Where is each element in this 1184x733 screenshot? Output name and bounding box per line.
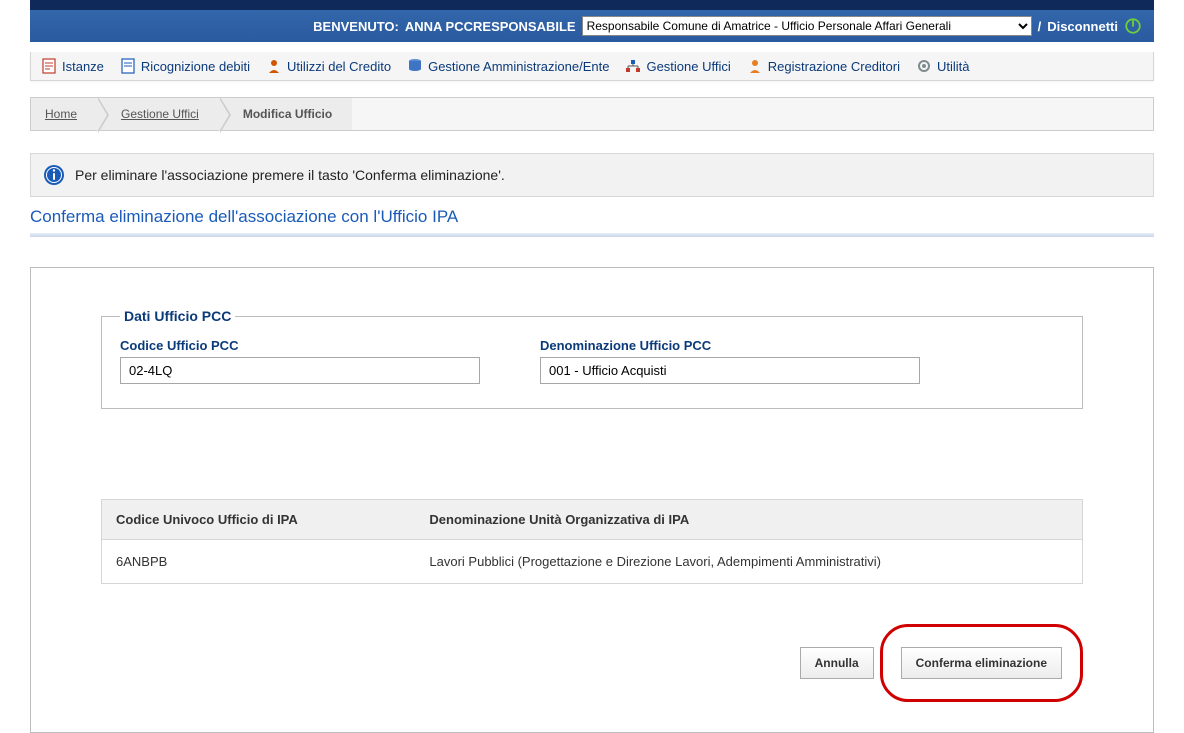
table-row: 6ANBPB Lavori Pubblici (Progettazione e … [102, 540, 1083, 584]
col-codice-ipa: Codice Univoco Ufficio di IPA [102, 500, 416, 540]
nav-label: Gestione Uffici [646, 59, 730, 74]
welcome-username: ANNA PCCRESPONSABILE [405, 19, 576, 34]
fieldset-legend: Dati Ufficio PCC [120, 308, 235, 324]
role-select[interactable]: Responsabile Comune di Amatrice - Uffici… [582, 16, 1032, 36]
crumb-gestione-uffici[interactable]: Gestione Uffici [97, 98, 219, 130]
cell-code: 6ANBPB [102, 540, 416, 584]
title-underline [30, 233, 1154, 237]
denom-label: Denominazione Ufficio PCC [540, 338, 920, 353]
top-header: BENVENUTO: ANNA PCCRESPONSABILE Responsa… [30, 10, 1154, 42]
crumb-home[interactable]: Home [31, 98, 97, 130]
nav-gestione-uffici[interactable]: Gestione Uffici [625, 58, 730, 74]
codice-ufficio-pcc-field: Codice Ufficio PCC [120, 338, 480, 384]
main-panel: Dati Ufficio PCC Codice Ufficio PCC Deno… [30, 267, 1154, 733]
col-denom-ipa: Denominazione Unità Organizzativa di IPA [415, 500, 1082, 540]
power-icon[interactable] [1124, 17, 1142, 35]
document-blue-icon [120, 58, 136, 74]
top-dark-stripe [30, 0, 1154, 10]
nav-utilita[interactable]: Utilità [916, 58, 970, 74]
table-header-row: Codice Univoco Ufficio di IPA Denominazi… [102, 500, 1083, 540]
org-icon [625, 58, 641, 74]
nav-registrazione-creditori[interactable]: Registrazione Creditori [747, 58, 900, 74]
crumb-current: Modifica Ufficio [243, 107, 332, 121]
nav-label: Utilità [937, 59, 970, 74]
disconnect-link[interactable]: Disconnetti [1047, 19, 1118, 34]
dati-ufficio-pcc-fieldset: Dati Ufficio PCC Codice Ufficio PCC Deno… [101, 308, 1083, 409]
denom-input[interactable] [540, 357, 920, 384]
codice-label: Codice Ufficio PCC [120, 338, 480, 353]
gear-icon [916, 58, 932, 74]
ipa-table: Codice Univoco Ufficio di IPA Denominazi… [101, 499, 1083, 584]
nav-label: Ricognizione debiti [141, 59, 250, 74]
breadcrumb: Home Gestione Uffici Modifica Ufficio [30, 97, 1154, 131]
crumb-modifica-ufficio: Modifica Ufficio [219, 98, 352, 130]
info-text: Per eliminare l'associazione premere il … [75, 167, 505, 183]
codice-input[interactable] [120, 357, 480, 384]
nav-istanze[interactable]: Istanze [41, 58, 104, 74]
cancel-button[interactable]: Annulla [800, 647, 874, 679]
info-box: Per eliminare l'associazione premere il … [30, 153, 1154, 197]
nav-gestione-amministrazione[interactable]: Gestione Amministrazione/Ente [407, 58, 609, 74]
database-icon [407, 58, 423, 74]
nav-label: Istanze [62, 59, 104, 74]
welcome-prefix: BENVENUTO: [313, 19, 399, 34]
confirm-delete-button[interactable]: Conferma eliminazione [901, 647, 1062, 679]
separator-slash: / [1038, 19, 1042, 34]
info-icon [43, 164, 65, 186]
button-row: Annulla Conferma eliminazione [101, 624, 1083, 702]
nav-label: Gestione Amministrazione/Ente [428, 59, 609, 74]
highlight-annotation: Conferma eliminazione [880, 624, 1083, 702]
document-red-icon [41, 58, 57, 74]
crumb-link[interactable]: Home [45, 107, 77, 121]
nav-label: Registrazione Creditori [768, 59, 900, 74]
nav-label: Utilizzi del Credito [287, 59, 391, 74]
denominazione-ufficio-pcc-field: Denominazione Ufficio PCC [540, 338, 920, 384]
main-nav: Istanze Ricognizione debiti Utilizzi del… [30, 52, 1154, 81]
nav-ricognizione[interactable]: Ricognizione debiti [120, 58, 250, 74]
person-orange2-icon [747, 58, 763, 74]
person-orange-icon [266, 58, 282, 74]
crumb-link[interactable]: Gestione Uffici [121, 107, 199, 121]
page-title: Conferma eliminazione dell'associazione … [30, 207, 1154, 227]
cell-name: Lavori Pubblici (Progettazione e Direzio… [415, 540, 1082, 584]
nav-utilizzi-credito[interactable]: Utilizzi del Credito [266, 58, 391, 74]
